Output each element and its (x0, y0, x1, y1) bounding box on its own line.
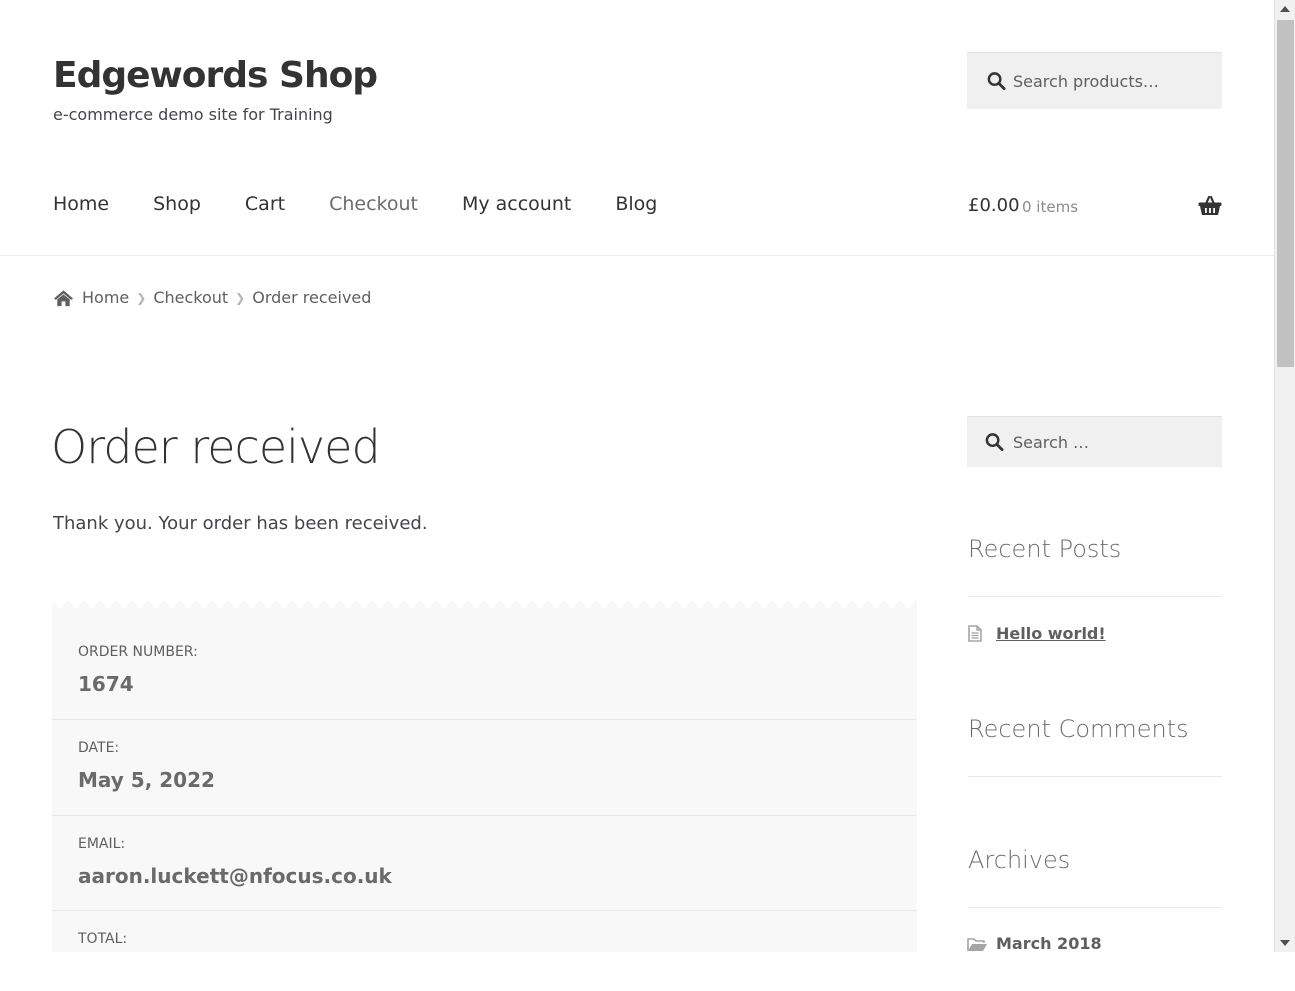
document-icon (968, 625, 982, 642)
search-icon[interactable] (985, 433, 1004, 452)
breadcrumb-checkout[interactable]: Checkout (153, 288, 228, 307)
archives-title: Archives (968, 846, 1071, 874)
nav-shop[interactable]: Shop (153, 193, 201, 215)
cart-item-count[interactable]: 0 items (1022, 198, 1078, 216)
order-overview: Order number: 1674 Date: May 5, 2022 Ema… (52, 600, 917, 952)
order-total-row: Total: (52, 911, 917, 991)
order-date-row: Date: May 5, 2022 (52, 720, 917, 816)
page-title: Order received (51, 420, 381, 474)
search-icon[interactable] (987, 72, 1006, 91)
breadcrumb: Home ❯ Checkout ❯ Order received (53, 288, 371, 307)
scroll-down-arrow-icon[interactable] (1280, 940, 1290, 946)
scroll-up-arrow-icon[interactable] (1280, 6, 1290, 12)
sidebar-search-input[interactable] (1013, 417, 1213, 467)
basket-icon[interactable] (1198, 195, 1222, 216)
chevron-right-icon: ❯ (136, 290, 147, 305)
order-number-value: 1674 (78, 672, 134, 696)
cart-amount[interactable]: £0.00 (968, 195, 1020, 216)
order-email-label: Email: (78, 836, 126, 852)
recent-posts-divider (968, 596, 1222, 597)
product-search-input[interactable] (1013, 53, 1213, 109)
order-total-label: Total: (78, 931, 128, 947)
product-search[interactable] (967, 52, 1222, 109)
nav-home[interactable]: Home (53, 193, 109, 215)
nav-my-account[interactable]: My account (462, 193, 571, 215)
breadcrumb-current: Order received (252, 288, 372, 307)
archives-divider (968, 907, 1222, 908)
breadcrumb-home[interactable]: Home (82, 288, 129, 307)
page-scrollbar[interactable] (1274, 0, 1295, 952)
order-date-label: Date: (78, 740, 120, 756)
order-thank-you-message: Thank you. Your order has been received. (53, 513, 428, 534)
recent-comments-divider (968, 776, 1222, 777)
archive-link[interactable]: March 2018 (996, 934, 1102, 953)
scroll-thumb[interactable] (1277, 20, 1294, 367)
order-email-value: aaron.luckett@nfocus.co.uk (78, 864, 392, 888)
recent-comments-title: Recent Comments (968, 715, 1189, 743)
nav-checkout[interactable]: Checkout (329, 193, 418, 215)
recent-posts-title: Recent Posts (968, 535, 1122, 563)
chevron-right-icon: ❯ (235, 290, 246, 305)
header-divider (0, 255, 1274, 256)
order-number-label: Order number: (78, 644, 198, 660)
site-description: e-commerce demo site for Training (53, 105, 333, 124)
nav-blog[interactable]: Blog (615, 193, 657, 215)
order-number-row: Order number: 1674 (52, 600, 917, 720)
order-date-value: May 5, 2022 (78, 768, 215, 792)
recent-post-link[interactable]: Hello world! (996, 624, 1106, 643)
folder-icon (967, 938, 987, 951)
site-title[interactable]: Edgewords Shop (53, 55, 378, 96)
nav-cart[interactable]: Cart (245, 193, 285, 215)
sidebar-search[interactable] (967, 416, 1222, 467)
order-email-row: Email: aaron.luckett@nfocus.co.uk (52, 816, 917, 911)
primary-navigation: Home Shop Cart Checkout My account Blog (53, 193, 701, 215)
home-icon[interactable] (53, 289, 74, 307)
